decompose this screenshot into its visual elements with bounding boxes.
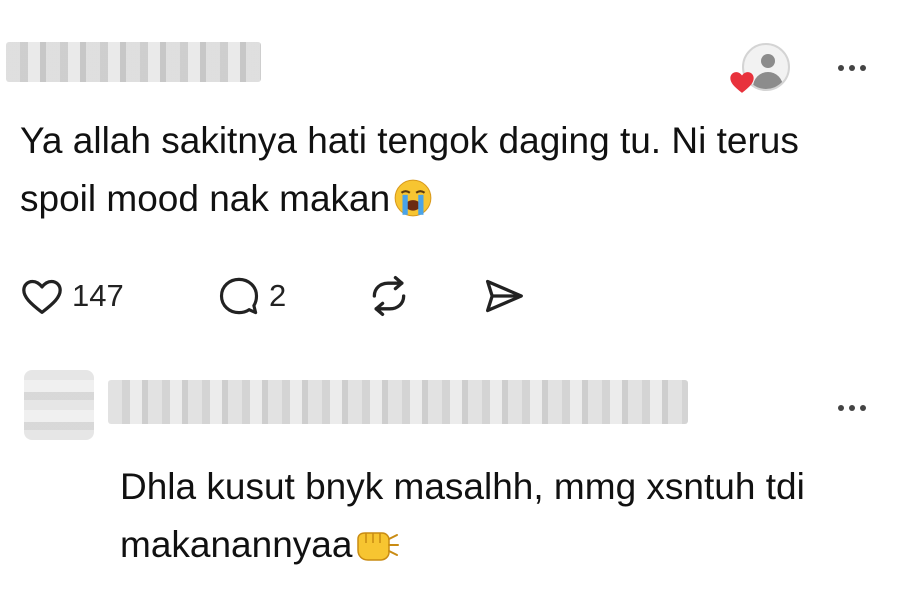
loudly-crying-face-icon <box>394 179 432 217</box>
repost-button[interactable] <box>367 274 482 318</box>
blurred-username[interactable] <box>6 42 261 82</box>
fist-bump-icon <box>357 532 400 561</box>
avatar-head <box>761 54 775 68</box>
blurred-avatar[interactable] <box>24 370 94 440</box>
avatar-body <box>753 72 783 89</box>
ellipsis-icon[interactable] <box>830 58 874 78</box>
post-text: Ya allah sakitnya hati tengok daging tu.… <box>20 112 880 228</box>
send-icon <box>486 279 523 313</box>
repost-arrows-icon <box>372 276 406 316</box>
like-button[interactable]: 147 <box>20 276 217 316</box>
reply-text-content: Dhla kusut bnyk masalhh, mmg xsntuh tdi … <box>120 466 805 565</box>
share-button[interactable] <box>482 276 526 316</box>
post-actions: 147 2 <box>20 268 526 324</box>
blurred-reply-username[interactable] <box>108 380 688 424</box>
ellipsis-icon[interactable] <box>830 398 874 418</box>
red-heart-icon <box>730 72 754 93</box>
reply-button[interactable]: 2 <box>217 275 367 317</box>
post: Ya allah sakitnya hati tengok daging tu.… <box>0 0 900 340</box>
reply-count: 2 <box>269 278 287 313</box>
reply-text: Dhla kusut bnyk masalhh, mmg xsntuh tdi … <box>120 458 890 574</box>
speech-bubble-icon <box>219 277 259 315</box>
heart-outline-icon <box>22 279 62 314</box>
like-count: 147 <box>72 278 124 313</box>
